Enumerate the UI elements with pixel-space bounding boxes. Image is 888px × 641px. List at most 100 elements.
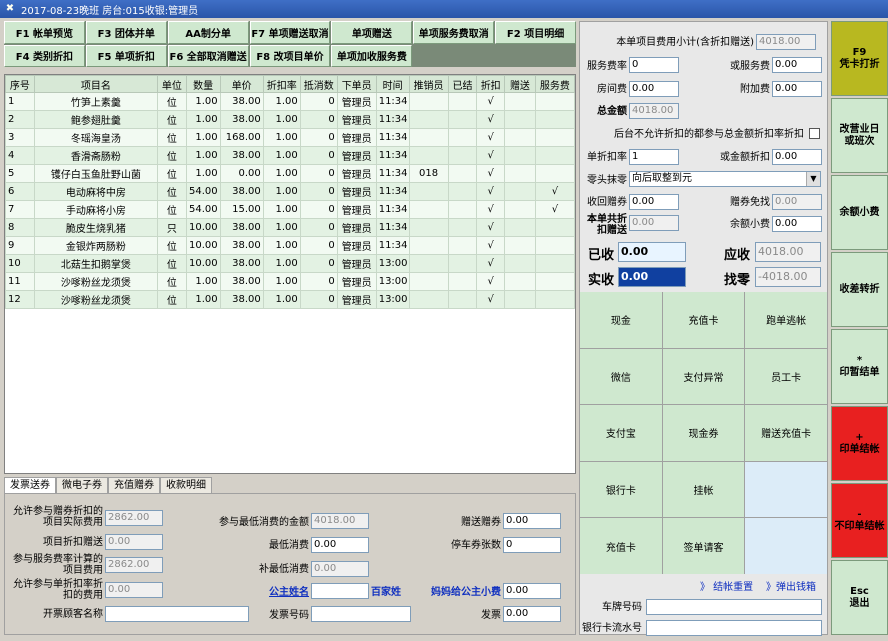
invoice-no-input[interactable]: [311, 606, 411, 622]
invoice-input[interactable]: 0.00: [503, 606, 561, 622]
payment-button[interactable]: 赠送充值卡: [745, 405, 827, 461]
balance-tip-input[interactable]: 0.00: [772, 216, 822, 232]
side-button-line1: 改营业日: [839, 123, 880, 135]
bank-flow-input[interactable]: [646, 620, 822, 636]
table-row[interactable]: 8 脆皮生烧乳猪只 10.00 38.00 1.00 0 管理员 11:34 √: [5, 218, 575, 237]
payment-button[interactable]: 挂帐: [662, 461, 745, 518]
tab-3[interactable]: 收款明细: [160, 477, 212, 493]
gift-coupon-input[interactable]: 0.00: [503, 513, 561, 529]
min-consume-input[interactable]: 0.00: [311, 537, 369, 553]
payment-button[interactable]: 充值卡: [580, 518, 662, 574]
payment-button[interactable]: 银行卡: [580, 461, 662, 518]
tab-0[interactable]: 发票送券: [4, 477, 56, 493]
table-row[interactable]: 4 香滑斋肠粉位 1.00 38.00 1.00 0 管理员 11:34 √: [5, 146, 575, 165]
fkey-button[interactable]: AA制分单: [167, 21, 249, 44]
fkey-button[interactable]: F4 类别折扣: [4, 44, 85, 67]
payment-button[interactable]: 员工卡: [745, 348, 827, 405]
payment-button[interactable]: 现金: [580, 292, 662, 348]
table-row[interactable]: 6 电动麻将中房位 54.00 38.00 1.00 0 管理员 11:34 √ √: [5, 182, 575, 201]
fkey-button[interactable]: F5 单项折扣: [85, 44, 167, 67]
column-header[interactable]: 折扣: [476, 75, 506, 93]
table-row[interactable]: 11 沙嗲粉丝龙须煲位 1.00 38.00 1.00 0 管理员 13:00 √: [5, 272, 575, 291]
table-row[interactable]: 12 沙嗲粉丝龙须煲位 1.00 38.00 1.00 0 管理员 13:00 √: [5, 290, 575, 309]
column-header[interactable]: 抵消数: [299, 75, 338, 93]
table-cell: 9: [5, 236, 35, 255]
tab-2[interactable]: 充值赠券: [108, 477, 160, 493]
fkey-button[interactable]: F1 帐单预览: [4, 21, 85, 44]
table-row[interactable]: 3 冬瑶海皇汤位 1.00 168.00 1.00 0 管理员 11:34 √: [5, 128, 575, 147]
table-cell: 镬仔白玉鱼肚野山菌: [33, 164, 158, 183]
table-row[interactable]: 10 北菇生扣鹅掌煲位 10.00 38.00 1.00 0 管理员 13:00 √: [5, 254, 575, 273]
reset-button[interactable]: 》 结帐重置: [700, 582, 760, 593]
tip-label[interactable]: 妈妈给公主小费: [415, 587, 501, 598]
side-button[interactable]: 余额小费: [831, 175, 888, 250]
payment-button[interactable]: 支付异常: [662, 348, 745, 405]
rounding-select[interactable]: 向后取整到元 ▼: [629, 171, 821, 187]
column-header[interactable]: 时间: [375, 75, 410, 93]
princess-name-input[interactable]: [311, 583, 369, 599]
parking-input[interactable]: 0: [503, 537, 561, 553]
table-row[interactable]: 5 镬仔白玉鱼肚野山菌位 1.00 0.00 1.00 0 管理员 11:34 018 √: [5, 164, 575, 183]
side-button[interactable]: F9 凭卡打折: [831, 21, 888, 96]
table-cell: [447, 146, 478, 165]
side-button-line1: 余额小费: [839, 206, 880, 218]
subtotal-label: 本单项目费用小计(含折扣赠送): [616, 37, 754, 48]
column-header[interactable]: 推销员: [408, 75, 449, 93]
table-cell: 香滑斋肠粉: [33, 146, 158, 165]
table-row[interactable]: 1 竹笋上素羹位 1.00 38.00 1.00 0 管理员 11:34 √: [5, 92, 575, 111]
table-cell: 0: [299, 218, 338, 237]
extra-fee-input[interactable]: 0.00: [772, 81, 822, 97]
table-row[interactable]: 7 手动麻将小房位 54.00 15.00 1.00 0 管理员 11:34 √ √: [5, 200, 575, 219]
payment-button[interactable]: 支付宝: [580, 405, 662, 461]
fkey-button[interactable]: F8 改项目单价: [249, 44, 331, 67]
fkey-button[interactable]: F2 项目明细: [495, 21, 576, 44]
side-button[interactable]: Esc 退出: [831, 560, 888, 635]
side-button[interactable]: 收差转折: [831, 252, 888, 327]
side-button[interactable]: 改营业日 或班次: [831, 98, 888, 173]
payment-button[interactable]: 微信: [580, 348, 662, 405]
table-cell: 0: [299, 128, 338, 147]
column-header[interactable]: 下单员: [336, 75, 377, 93]
baijia-button[interactable]: 百家姓: [371, 587, 407, 598]
open-drawer-button[interactable]: 》弹出钱箱: [766, 582, 826, 593]
payment-button[interactable]: 跑单逃帐: [745, 292, 827, 348]
column-header[interactable]: 数量: [185, 75, 221, 93]
no-discount-checkbox[interactable]: [809, 128, 820, 139]
table-row[interactable]: 2 鲍参翅肚羹位 1.00 38.00 1.00 0 管理员 11:34 √: [5, 110, 575, 129]
fkey-button[interactable]: 单项加收服务费: [331, 44, 413, 67]
column-header[interactable]: 服务费: [534, 75, 575, 93]
princess-name-link[interactable]: 公主姓名: [195, 587, 309, 598]
room-fee-input[interactable]: 0.00: [629, 81, 679, 97]
column-header[interactable]: 项目名: [33, 75, 158, 93]
payment-button[interactable]: 签单请客: [662, 518, 745, 574]
column-header[interactable]: 单位: [156, 75, 187, 93]
table-cell: 管理员: [336, 92, 377, 111]
table-row[interactable]: 9 金银炸两肠粉位 10.00 38.00 1.00 0 管理员 11:34 √: [5, 236, 575, 255]
fkey-button[interactable]: F7 单项赠送取消: [249, 21, 331, 44]
service-rate-input[interactable]: 0: [629, 57, 679, 73]
column-header[interactable]: 已结: [447, 75, 478, 93]
recover-coupon-input[interactable]: 0.00: [629, 194, 679, 210]
fkey-button[interactable]: 单项服务费取消: [413, 21, 495, 44]
side-button[interactable]: + 印单结帐: [831, 406, 888, 481]
column-header[interactable]: 序号: [5, 75, 35, 93]
fkey-button[interactable]: F3 团体并单: [85, 21, 167, 44]
column-header[interactable]: 赠送: [504, 75, 536, 93]
side-button[interactable]: * 印暂结单: [831, 329, 888, 404]
actual-input[interactable]: 0.00: [618, 267, 686, 287]
side-button[interactable]: - 不印单结帐: [831, 483, 888, 558]
tip-input[interactable]: 0.00: [503, 583, 561, 599]
column-header[interactable]: 单价: [219, 75, 264, 93]
side-button-line2: 印暂结单: [839, 366, 880, 378]
plate-input[interactable]: [646, 599, 822, 615]
payment-button[interactable]: 充值卡: [662, 292, 745, 348]
tab-1[interactable]: 微电子券: [56, 477, 108, 493]
payment-button[interactable]: 现金券: [662, 405, 745, 461]
or-service-input[interactable]: 0.00: [772, 57, 822, 73]
fkey-button[interactable]: F6 全部取消赠送: [167, 44, 249, 67]
column-header[interactable]: 折扣率: [262, 75, 301, 93]
fkey-button[interactable]: 单项赠送: [331, 21, 413, 44]
total-field: 4018.00: [629, 103, 679, 119]
or-amount-discount-input[interactable]: 0.00: [772, 149, 822, 165]
single-rate-input[interactable]: 1: [629, 149, 679, 165]
